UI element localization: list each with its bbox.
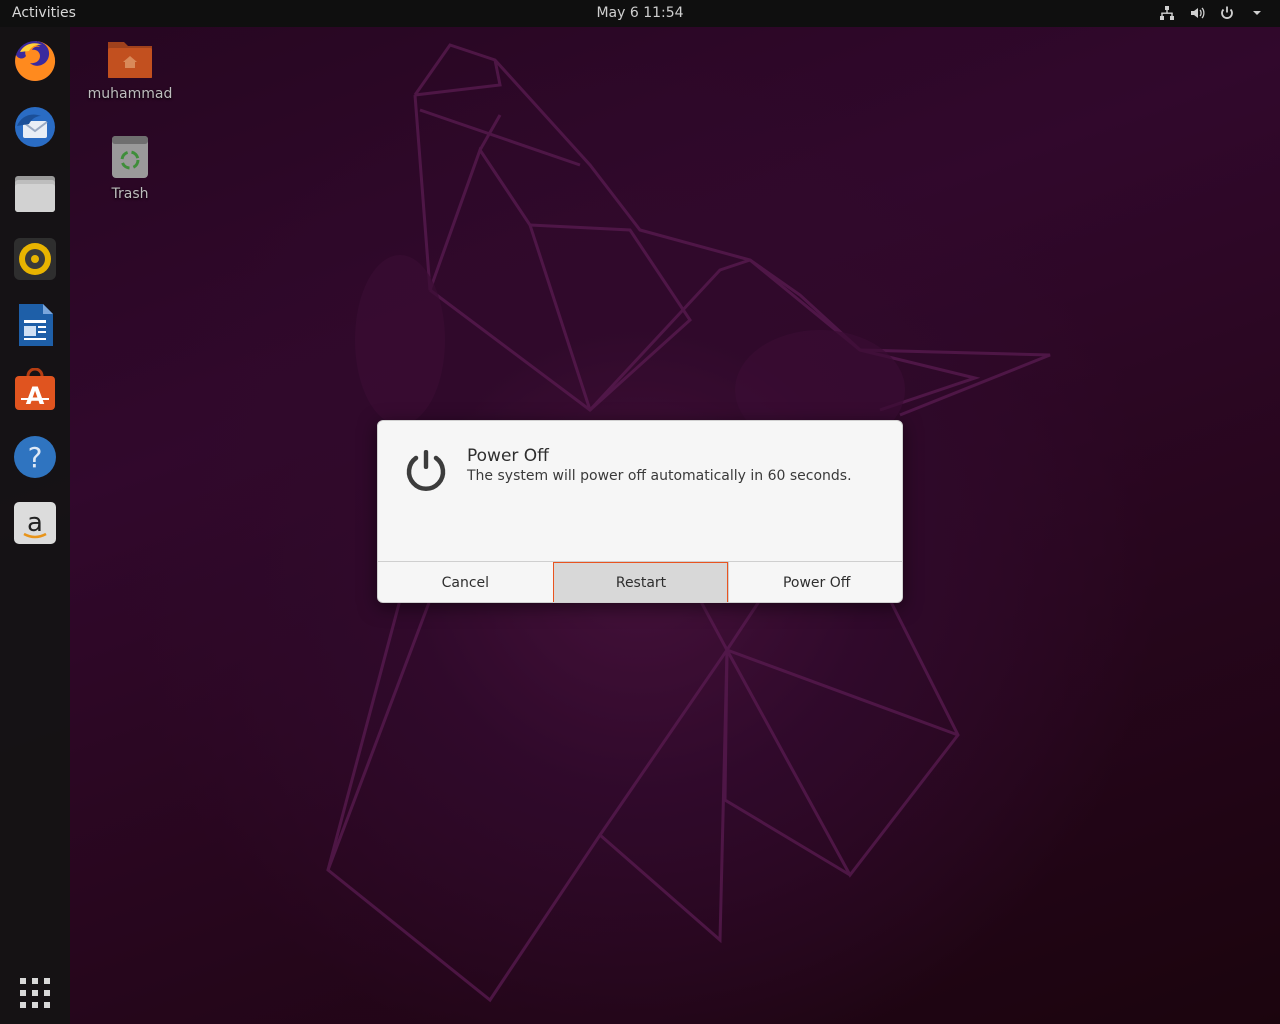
svg-text:A: A (26, 382, 45, 410)
restart-button[interactable]: Restart (552, 562, 729, 602)
top-bar: Activities May 6 11:54 (0, 0, 1280, 27)
firefox-icon[interactable] (11, 37, 59, 85)
svg-text:a: a (27, 508, 43, 538)
thunderbird-icon[interactable] (11, 103, 59, 151)
power-icon (404, 447, 448, 491)
desktop-icon-home[interactable]: muhammad (80, 36, 180, 102)
amazon-icon[interactable]: a (11, 499, 59, 547)
dock: A ? a (0, 27, 70, 1024)
volume-icon[interactable] (1188, 4, 1206, 22)
network-icon[interactable] (1158, 4, 1176, 22)
rhythmbox-icon[interactable] (11, 235, 59, 283)
cancel-button[interactable]: Cancel (378, 562, 553, 602)
menu-arrow-icon[interactable] (1248, 4, 1266, 22)
software-icon[interactable]: A (11, 367, 59, 415)
writer-icon[interactable] (11, 301, 59, 349)
app-grid-icon[interactable] (11, 969, 59, 1017)
power-icon[interactable] (1218, 4, 1236, 22)
help-icon[interactable]: ? (11, 433, 59, 481)
clock[interactable]: May 6 11:54 (0, 5, 1280, 21)
desktop-icon-label: muhammad (87, 86, 173, 102)
home-folder-icon (106, 42, 154, 84)
svg-text:?: ? (28, 441, 43, 474)
activities-button[interactable]: Activities (12, 5, 76, 21)
dialog-title: Power Off (467, 446, 549, 466)
trash-icon (110, 136, 150, 184)
dialog-message: The system will power off automatically … (467, 468, 852, 484)
desktop-icon-trash[interactable]: Trash (80, 134, 180, 202)
desktop-icon-label: Trash (111, 186, 149, 202)
system-tray[interactable] (1158, 4, 1266, 22)
power-off-button[interactable]: Power Off (728, 562, 902, 602)
files-icon[interactable] (11, 169, 59, 217)
dialog-button-bar: Cancel Restart Power Off (378, 561, 902, 602)
power-off-dialog: Power Off The system will power off auto… (377, 420, 903, 603)
